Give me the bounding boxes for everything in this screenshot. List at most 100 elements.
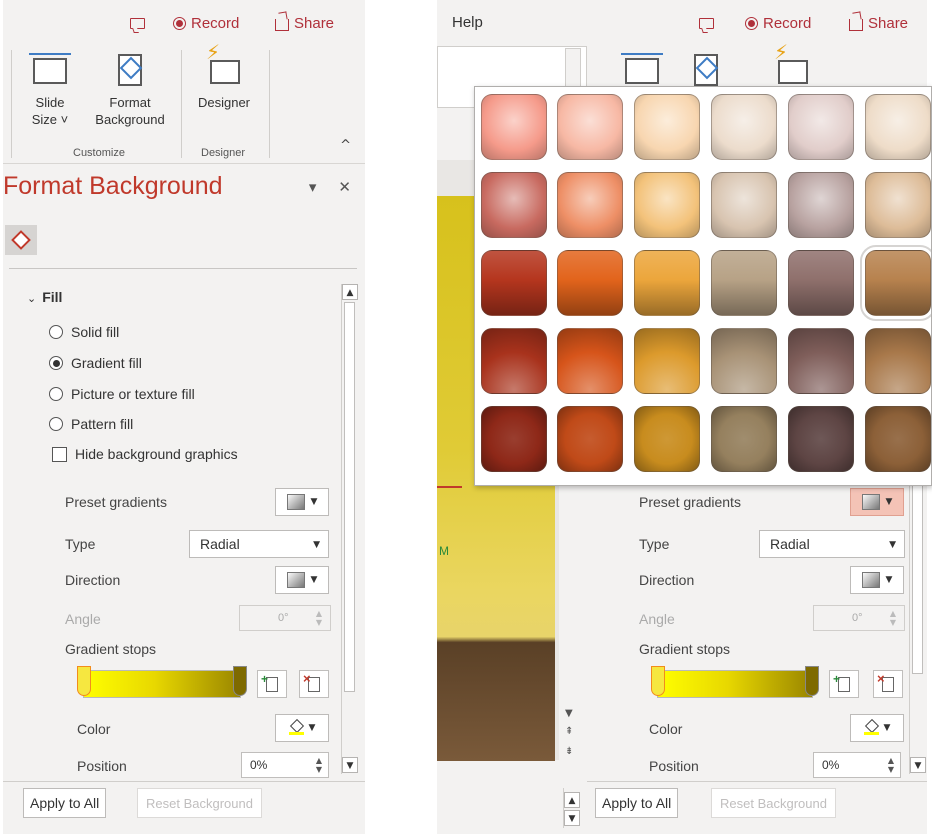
- gradient-stops-bar[interactable]: [651, 666, 819, 698]
- scrollbar-thumb[interactable]: [912, 474, 923, 674]
- pane-scrollbar[interactable]: ▼: [909, 470, 926, 774]
- preset-gradient-swatch[interactable]: [634, 172, 700, 238]
- preset-gradient-swatch[interactable]: [865, 94, 931, 160]
- pattern-fill-radio[interactable]: [49, 417, 63, 431]
- preset-gradient-swatch[interactable]: [634, 328, 700, 394]
- preset-gradient-swatch[interactable]: [711, 406, 777, 472]
- preset-gradient-swatch[interactable]: [860, 245, 931, 321]
- hide-background-checkbox[interactable]: [52, 446, 67, 462]
- pattern-fill-option[interactable]: Pattern fill: [49, 416, 133, 432]
- solid-fill-radio[interactable]: [49, 325, 63, 339]
- preset-gradients-dropdown[interactable]: ▼: [275, 488, 329, 516]
- gradient-stops-bar[interactable]: [77, 666, 247, 698]
- reset-background-button[interactable]: Reset Background: [137, 788, 262, 818]
- preset-gradient-swatch[interactable]: [634, 94, 700, 160]
- close-icon[interactable]: ✕: [338, 178, 351, 196]
- position-spinner[interactable]: 0% ▲ ▼: [241, 752, 329, 778]
- direction-dropdown[interactable]: ▼: [275, 566, 329, 594]
- picture-fill-radio[interactable]: [49, 387, 63, 401]
- preset-gradient-swatch[interactable]: [711, 94, 777, 160]
- preset-gradient-swatch[interactable]: [557, 94, 623, 160]
- angle-spinner[interactable]: 0° ▲ ▼: [239, 605, 331, 631]
- color-dropdown[interactable]: ▼: [275, 714, 329, 742]
- scroll-up-icon[interactable]: ▲: [342, 284, 358, 300]
- preset-gradient-swatch[interactable]: [788, 172, 854, 238]
- preset-gradient-swatch[interactable]: [788, 94, 854, 160]
- type-dropdown[interactable]: Radial ▼: [759, 530, 905, 558]
- scroll-down-icon[interactable]: ▼: [910, 757, 926, 773]
- preset-gradient-swatch[interactable]: [481, 94, 547, 160]
- preset-gradient-swatch[interactable]: [634, 250, 700, 316]
- spinner-arrows-icon[interactable]: ▲ ▼: [316, 609, 322, 627]
- slide-size-button[interactable]: Slide Size ˅: [25, 50, 75, 128]
- preset-gradient-swatch[interactable]: [711, 250, 777, 316]
- preset-gradient-swatch[interactable]: [788, 250, 854, 316]
- record-button[interactable]: Record: [745, 9, 811, 37]
- spinner-arrows-icon[interactable]: ▲ ▼: [316, 756, 322, 774]
- share-button[interactable]: Share: [275, 9, 334, 37]
- format-background-button[interactable]: Format Background: [89, 50, 171, 128]
- fill-tab[interactable]: [5, 225, 37, 255]
- gradient-stop-handle[interactable]: [805, 666, 819, 696]
- apply-to-all-button[interactable]: Apply to All: [595, 788, 679, 818]
- preset-gradient-swatch[interactable]: [788, 406, 854, 472]
- preset-gradient-swatch[interactable]: [481, 250, 547, 316]
- scroll-down-icon[interactable]: ▼: [565, 708, 573, 719]
- preset-gradient-swatch[interactable]: [481, 328, 547, 394]
- reset-background-button[interactable]: Reset Background: [711, 788, 836, 818]
- solid-fill-option[interactable]: Solid fill: [49, 324, 119, 340]
- preset-gradient-swatch[interactable]: [557, 406, 623, 472]
- preset-gradient-swatch[interactable]: [481, 172, 547, 238]
- pane-options-icon[interactable]: ▾: [309, 178, 317, 196]
- help-tab[interactable]: Help: [452, 14, 483, 31]
- preset-gradient-swatch[interactable]: [711, 172, 777, 238]
- picture-fill-option[interactable]: Picture or texture fill: [49, 386, 195, 402]
- gradient-stop-handle[interactable]: [651, 666, 665, 696]
- preset-gradient-swatch[interactable]: [557, 250, 623, 316]
- spinner-arrows-icon[interactable]: ▲ ▼: [888, 756, 894, 774]
- preset-gradient-swatch[interactable]: [865, 406, 931, 472]
- position-spinner[interactable]: 0% ▲ ▼: [813, 752, 901, 778]
- preset-gradient-swatch[interactable]: [481, 406, 547, 472]
- gradient-stop-handle[interactable]: [77, 666, 91, 696]
- apply-to-all-button[interactable]: Apply to All: [23, 788, 107, 818]
- fill-color-icon: [288, 721, 304, 735]
- fill-section-header[interactable]: ⌄ Fill: [27, 289, 62, 305]
- preset-gradient-swatch[interactable]: [865, 172, 931, 238]
- add-gradient-stop-button[interactable]: [257, 670, 287, 698]
- scroll-down-icon[interactable]: ▼: [564, 810, 580, 826]
- format-background-window-left: Record Share Slide Size ˅ Format Backgro…: [3, 0, 365, 834]
- comments-button[interactable]: [691, 9, 721, 37]
- next-slide-icon[interactable]: ⇟: [565, 746, 573, 757]
- preset-gradient-swatch[interactable]: [557, 172, 623, 238]
- preset-gradient-swatch[interactable]: [788, 328, 854, 394]
- collapse-ribbon-icon[interactable]: ^: [340, 138, 351, 153]
- remove-gradient-stop-button[interactable]: [873, 670, 903, 698]
- preset-gradient-swatch[interactable]: [865, 328, 931, 394]
- gradient-stop-handle[interactable]: [233, 666, 247, 696]
- angle-spinner[interactable]: 0° ▲ ▼: [813, 605, 905, 631]
- slide-scrollbar[interactable]: ▲ ▼: [563, 788, 580, 828]
- color-dropdown[interactable]: ▼: [850, 714, 904, 742]
- hide-background-option[interactable]: Hide background graphics: [52, 446, 238, 462]
- scroll-up-icon[interactable]: ▲: [564, 792, 580, 808]
- designer-button[interactable]: Designer: [191, 44, 257, 111]
- share-button[interactable]: Share: [849, 9, 908, 37]
- scrollbar-thumb[interactable]: [344, 302, 355, 692]
- spinner-arrows-icon[interactable]: ▲ ▼: [890, 609, 896, 627]
- preset-gradients-dropdown[interactable]: ▼: [850, 488, 904, 516]
- direction-dropdown[interactable]: ▼: [850, 566, 904, 594]
- preset-gradient-swatch[interactable]: [711, 328, 777, 394]
- previous-slide-icon[interactable]: ⇞: [565, 726, 573, 737]
- preset-gradient-swatch[interactable]: [634, 406, 700, 472]
- pane-scrollbar[interactable]: ▲ ▼: [341, 284, 358, 774]
- preset-gradient-swatch[interactable]: [557, 328, 623, 394]
- scroll-down-icon[interactable]: ▼: [342, 757, 358, 773]
- gradient-fill-radio[interactable]: [49, 356, 63, 370]
- comments-button[interactable]: [122, 9, 152, 37]
- gradient-fill-option[interactable]: Gradient fill: [49, 355, 142, 371]
- record-button[interactable]: Record: [173, 9, 239, 37]
- remove-gradient-stop-button[interactable]: [299, 670, 329, 698]
- add-gradient-stop-button[interactable]: [829, 670, 859, 698]
- type-dropdown[interactable]: Radial ▼: [189, 530, 329, 558]
